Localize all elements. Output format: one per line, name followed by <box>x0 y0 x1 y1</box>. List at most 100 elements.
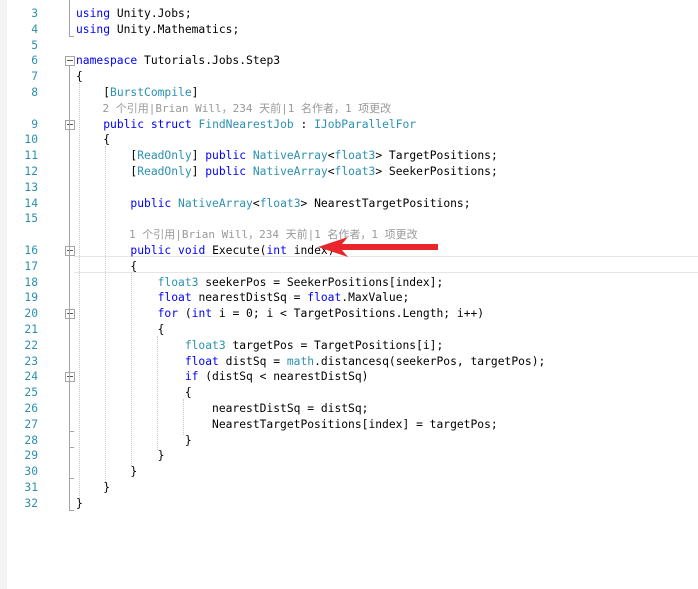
collapse-toggle[interactable] <box>65 309 75 320</box>
code-text[interactable]: public void Execute(int index) <box>76 243 334 259</box>
type-token: ReadOnly <box>137 149 192 163</box>
code-text[interactable]: [ReadOnly] public NativeArray<float3> Se… <box>76 164 497 180</box>
code-token: : <box>293 117 315 131</box>
type-token: float3 <box>157 275 199 289</box>
type-token: NativeArray <box>252 149 328 163</box>
code-text[interactable]: float distSq = math.distancesq(seekerPos… <box>76 354 546 370</box>
indent-guide <box>183 399 184 435</box>
code-text[interactable]: } <box>76 480 110 496</box>
code-token: Execute( <box>205 244 267 257</box>
line-number: 6 <box>31 54 38 68</box>
code-line: 5 <box>0 38 698 54</box>
code-editor[interactable]: 3 using Unity.Jobs; 4 using Unity.Mathemati… <box>0 0 698 589</box>
code-text[interactable]: } <box>76 433 192 449</box>
code-token: NearestTargetPositions[index] = targetPo… <box>76 417 498 431</box>
code-text[interactable]: for (int i = 0; i < TargetPositions.Leng… <box>76 306 484 322</box>
line-number: 18 <box>24 275 38 289</box>
line-number: 28 <box>24 433 38 447</box>
keyword-token: int <box>191 307 213 321</box>
line-number: 21 <box>24 323 38 336</box>
line-number: 10 <box>24 133 38 147</box>
code-text[interactable]: [BurstCompile] <box>76 85 198 101</box>
outline-end-tick <box>69 509 74 511</box>
code-text[interactable]: nearestDistSq = distSq; <box>76 401 368 417</box>
keyword-token: public <box>130 196 172 210</box>
line-number: 25 <box>24 386 38 400</box>
code-line: 6 namespace Tutorials.Jobs.Step3 <box>0 53 698 69</box>
line-number: 3 <box>31 7 38 20</box>
type-token: float3 <box>334 165 376 178</box>
line-number: 12 <box>24 165 38 178</box>
code-text[interactable]: public NativeArray<float3> NearestTarget… <box>76 196 471 212</box>
collapse-toggle[interactable] <box>65 56 75 67</box>
code-token: > TargetPositions; <box>375 149 498 163</box>
type-token: FindNearestJob <box>198 117 294 131</box>
outline-end-tick <box>69 446 74 448</box>
line-number: 9 <box>31 117 38 131</box>
type-token: float3 <box>184 338 226 352</box>
collapse-toggle[interactable] <box>65 246 75 256</box>
code-line: 7{ <box>0 69 698 85</box>
codelens-info[interactable]: 2 个引用|Brian Will，234 天前|1 名作者，1 项更改 <box>76 101 391 117</box>
code-text[interactable]: } <box>76 448 165 464</box>
code-text[interactable]: { <box>76 322 165 338</box>
line-number: 30 <box>24 465 38 479</box>
code-text[interactable]: public struct FindNearestJob : IJobParal… <box>76 117 416 133</box>
line-number: 23 <box>24 354 38 368</box>
code-line: 3 using Unity.Jobs; <box>0 6 698 22</box>
line-number: 13 <box>24 180 38 194</box>
code-token: } <box>76 481 111 494</box>
type-token: ReadOnly <box>137 165 192 178</box>
code-text[interactable]: float nearestDistSq = float.MaxValue; <box>76 290 410 306</box>
red-arrow-icon <box>318 237 438 257</box>
line-number: 22 <box>24 338 38 352</box>
indent-guide <box>105 146 106 482</box>
code-text[interactable]: using Unity.Jobs; <box>76 6 192 22</box>
code-text[interactable]: [ReadOnly] public NativeArray<float3> Ta… <box>76 148 498 164</box>
code-token: < <box>327 165 335 178</box>
line-number: 24 <box>24 370 38 384</box>
code-text[interactable]: NearestTargetPositions[index] = targetPo… <box>76 417 498 433</box>
keyword-token: float <box>307 291 342 305</box>
line-number: 14 <box>24 196 38 210</box>
code-token: } <box>76 496 83 510</box>
line-number: 11 <box>24 149 38 163</box>
code-line: 32} <box>0 496 698 512</box>
indent-guide <box>131 272 132 467</box>
outline-end-tick <box>69 430 74 432</box>
collapse-toggle[interactable] <box>65 119 75 130</box>
line-number: 8 <box>31 86 38 99</box>
type-token: NativeArray <box>178 196 253 210</box>
code-token: i = 0; i < TargetPositions.Length; i++) <box>212 307 485 321</box>
code-token: } <box>76 433 192 447</box>
code-token: Unity.Jobs; <box>110 7 192 20</box>
keyword-token: public <box>130 244 172 257</box>
code-text[interactable]: namespace Tutorials.Jobs.Step3 <box>76 53 280 69</box>
code-token: } <box>76 449 165 463</box>
code-token: Unity.Mathematics; <box>110 22 240 36</box>
keyword-token: if <box>184 370 199 384</box>
line-number: 4 <box>31 22 38 36</box>
code-text[interactable]: } <box>76 464 137 480</box>
code-text[interactable]: if (distSq < nearestDistSq) <box>76 369 369 385</box>
code-token: nearestDistSq = distSq; <box>76 402 369 415</box>
code-line: 9 public struct FindNearestJob : IJobPar… <box>0 117 698 133</box>
code-token: > NearestTargetPositions; <box>300 196 471 210</box>
line-number: 29 <box>24 449 38 463</box>
code-text[interactable]: { <box>76 385 192 401</box>
collapse-toggle[interactable] <box>65 372 75 383</box>
code-text[interactable]: } <box>76 496 83 512</box>
code-token: nearestDistSq = <box>191 291 308 305</box>
code-token: { <box>76 323 165 336</box>
code-text[interactable]: { <box>76 259 137 275</box>
line-number: 26 <box>24 402 38 415</box>
line-number: 16 <box>24 244 38 257</box>
line-number: 19 <box>24 291 38 305</box>
code-text[interactable]: using Unity.Mathematics; <box>76 22 239 38</box>
